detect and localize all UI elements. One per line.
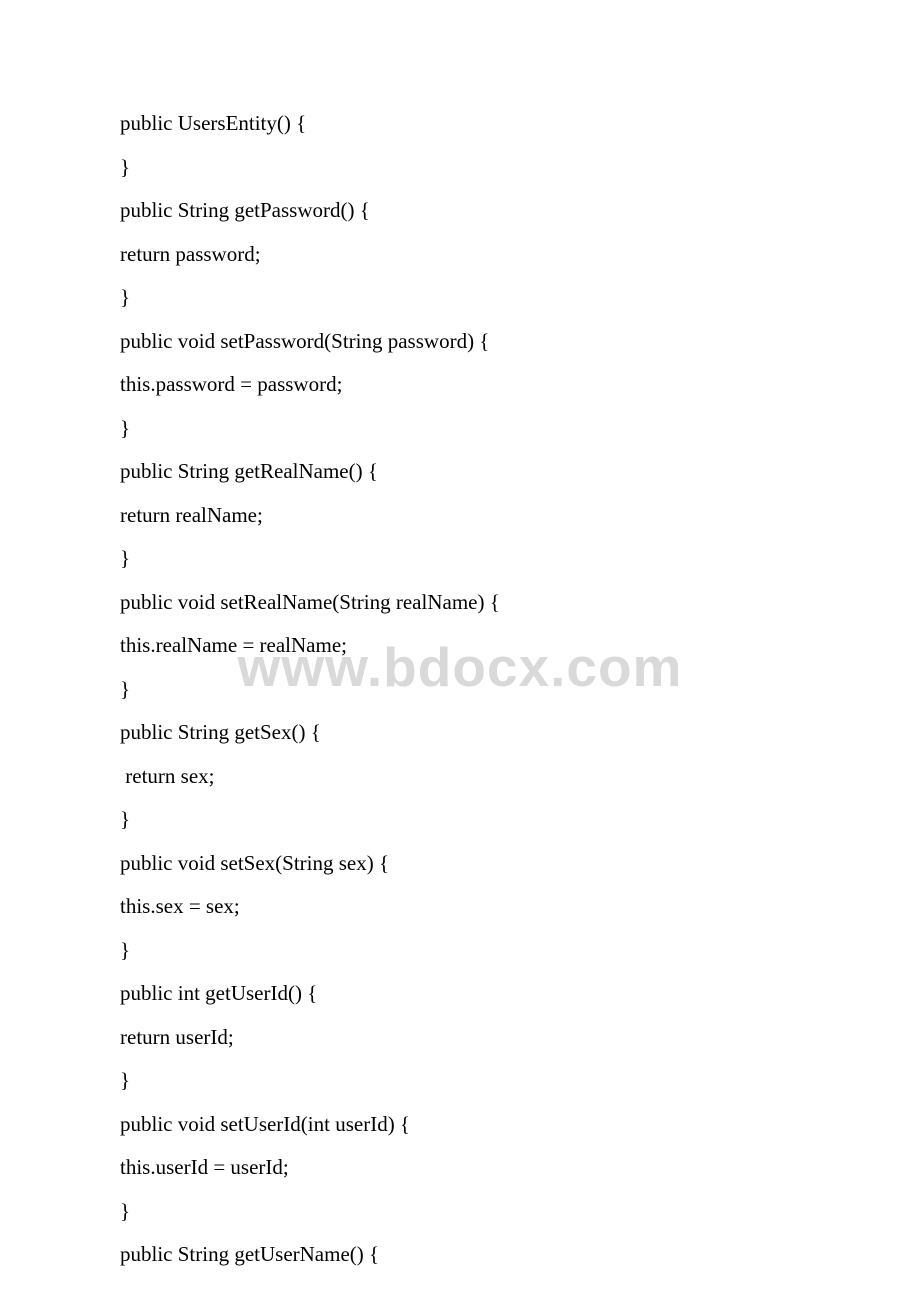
code-line: public UsersEntity() { [120,113,800,134]
code-line: } [120,418,800,439]
code-line: } [120,1201,800,1222]
code-line: return password; [120,244,800,265]
code-content: public UsersEntity() { } public String g… [0,0,920,1265]
code-line: public int getUserId() { [120,983,800,1004]
code-line: this.realName = realName; [120,635,800,656]
code-line: this.password = password; [120,374,800,395]
code-line: this.userId = userId; [120,1157,800,1178]
code-line: return userId; [120,1027,800,1048]
code-line: } [120,1070,800,1091]
code-line: } [120,548,800,569]
code-line: public void setPassword(String password)… [120,331,800,352]
code-line: this.sex = sex; [120,896,800,917]
code-line: public String getPassword() { [120,200,800,221]
code-line: } [120,287,800,308]
code-line: return realName; [120,505,800,526]
code-line: } [120,157,800,178]
code-line: return sex; [120,766,800,787]
code-line: } [120,940,800,961]
code-line: public String getUserName() { [120,1244,800,1265]
code-line: public String getRealName() { [120,461,800,482]
code-line: public void setSex(String sex) { [120,853,800,874]
code-line: } [120,679,800,700]
code-line: public String getSex() { [120,722,800,743]
code-line: } [120,809,800,830]
code-line: public void setUserId(int userId) { [120,1114,800,1135]
code-line: public void setRealName(String realName)… [120,592,800,613]
